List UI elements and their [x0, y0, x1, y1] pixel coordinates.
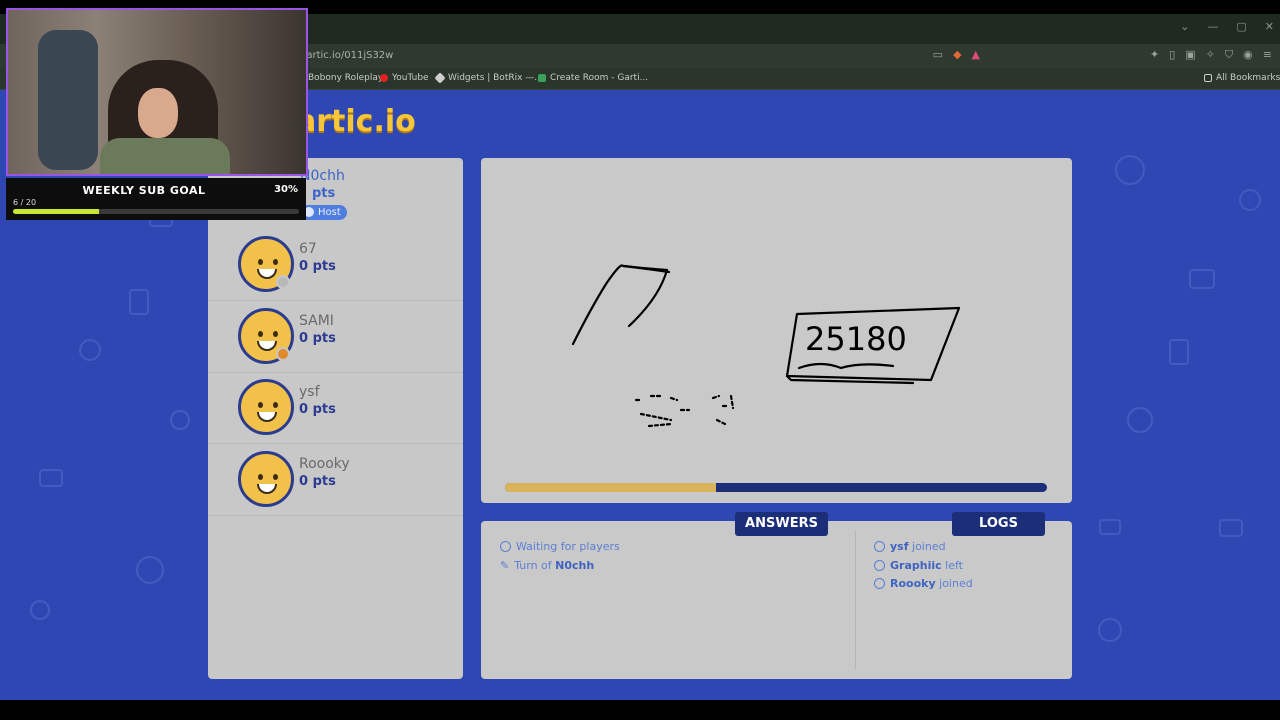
player-name: Roooky	[299, 456, 350, 472]
drawing-number: 25180	[805, 320, 907, 358]
screen: ⌄ — ▢ ✕ gartic.io/011jS32w ▭ ◆ ▲ ✦ ▯ ▣ ✧…	[0, 0, 1280, 720]
youtube-icon	[380, 74, 388, 82]
menu-icon[interactable]: ≡	[1263, 48, 1272, 62]
player-row[interactable]: Roooky 0 pts	[208, 444, 463, 516]
bookmark-bobony-roleplay[interactable]: Bobony Roleplay	[308, 73, 383, 83]
sub-goal-percent: 30%	[274, 184, 298, 195]
vpn-icon[interactable]: ⛉	[1225, 48, 1233, 62]
log-entry: Graphiic left	[874, 559, 963, 572]
log-entry: ysf joined	[874, 540, 946, 553]
sub-goal-progress-bar	[13, 209, 299, 214]
extensions-icon[interactable]: ✦	[1150, 48, 1159, 62]
window-controls: ⌄ — ▢ ✕	[1180, 20, 1274, 33]
bookmark-botrix-widgets[interactable]: Widgets | BotRix —...	[434, 72, 543, 84]
all-bookmarks-folder[interactable]: All Bookmarks	[1204, 73, 1280, 83]
panel-divider	[855, 530, 856, 670]
player-points: 0 pts	[299, 402, 336, 417]
toolbar-icons: ▭ ◆ ▲ ✦ ▯ ▣ ✧ ⛉ ◉ ≡	[933, 48, 1272, 62]
info-icon	[874, 578, 885, 589]
maximize-button[interactable]: ▢	[1236, 20, 1246, 33]
gartic-logo: artic.io	[296, 104, 416, 139]
player-status-dot	[276, 347, 290, 361]
drawing-strokes: 25180	[571, 264, 961, 428]
info-icon	[874, 560, 885, 571]
close-button[interactable]: ✕	[1265, 20, 1274, 33]
logs-tab[interactable]: LOGS	[952, 512, 1045, 536]
sidebar-icon[interactable]: ▯	[1169, 48, 1175, 62]
sub-goal-progress-fill	[13, 209, 99, 214]
player-name: SAMI	[299, 313, 334, 329]
player-points: 0 pts	[299, 474, 336, 489]
round-timer-fill	[505, 483, 717, 492]
sub-goal-count: 6 / 20	[13, 198, 37, 207]
sub-goal-widget: WEEKLY SUB GOAL 30% 6 / 20	[6, 178, 306, 220]
host-player-points: pts	[312, 186, 336, 201]
webcam-overlay	[6, 8, 308, 176]
answers-tab[interactable]: ANSWERS	[735, 512, 828, 536]
player-points: 0 pts	[299, 259, 336, 274]
turn-message: ✎ Turn of N0chh	[500, 559, 595, 572]
water-bottle	[38, 30, 98, 170]
log-entry: Roooky joined	[874, 577, 973, 590]
streamer-shirt	[100, 138, 230, 174]
pencil-icon: ✎	[500, 559, 510, 572]
round-timer-bar	[505, 483, 1047, 492]
address-bar[interactable]: gartic.io/011jS32w	[300, 50, 393, 61]
tab-search-icon[interactable]: ⌄	[1180, 20, 1189, 33]
host-badge: Host	[300, 205, 347, 220]
players-list: 67 0 pts SAMI 0 pts ysf 0 pts Roooky 0 p…	[208, 158, 463, 679]
player-row[interactable]: SAMI 0 pts	[208, 301, 463, 373]
info-icon	[500, 541, 511, 552]
cast-icon[interactable]: ▭	[933, 48, 943, 62]
player-avatar	[238, 379, 294, 435]
player-avatar	[238, 451, 294, 507]
gartic-favicon-icon	[538, 74, 546, 82]
sub-goal-title: WEEKLY SUB GOAL	[82, 184, 206, 197]
player-row[interactable]: 67 0 pts	[208, 229, 463, 301]
brave-shield-icon[interactable]: ◆	[953, 48, 961, 62]
bookmark-youtube[interactable]: YouTube	[380, 73, 429, 83]
leo-icon[interactable]: ✧	[1206, 48, 1215, 62]
botrix-icon	[434, 72, 446, 84]
profile-icon[interactable]: ◉	[1243, 48, 1253, 62]
bookmark-create-room[interactable]: Create Room - Garti...	[538, 73, 648, 83]
folder-icon	[1204, 74, 1212, 82]
player-name: 67	[299, 241, 317, 257]
answer-message: Waiting for players	[500, 540, 620, 553]
drawing-canvas[interactable]: 25180	[481, 158, 1072, 503]
player-points: 0 pts	[299, 331, 336, 346]
minimize-button[interactable]: —	[1207, 20, 1218, 33]
streamer-face	[138, 88, 178, 138]
rewards-icon[interactable]: ▲	[972, 48, 980, 62]
player-status-dot	[276, 275, 290, 289]
player-name: ysf	[299, 384, 320, 400]
player-row[interactable]: ysf 0 pts	[208, 372, 463, 444]
wallet-icon[interactable]: ▣	[1185, 48, 1195, 62]
info-icon	[874, 541, 885, 552]
